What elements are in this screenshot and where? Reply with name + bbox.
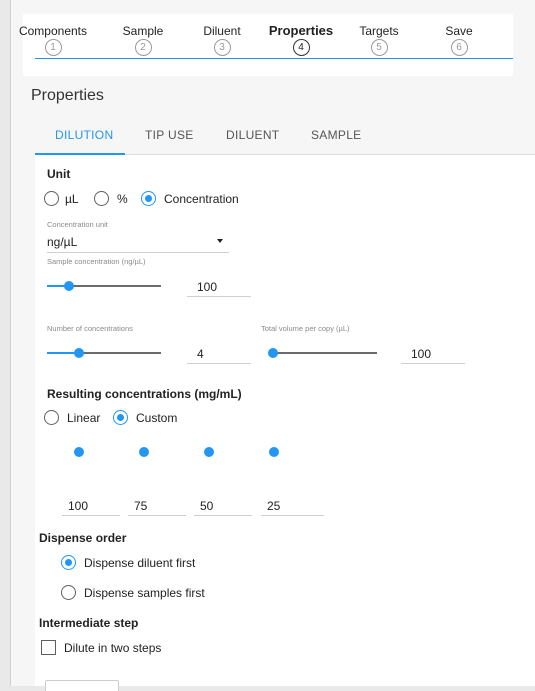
slider-thumb[interactable] xyxy=(74,348,84,358)
step-properties[interactable]: Properties 4 xyxy=(261,24,341,56)
total-volume-label: Total volume per copy (µL) xyxy=(261,324,350,333)
radio-label-concentration: Concentration xyxy=(164,192,239,206)
radio-label-custom: Custom xyxy=(136,411,178,425)
custom-value-input-2[interactable]: 75 xyxy=(134,499,147,513)
step-save[interactable]: Save 6 xyxy=(419,24,499,56)
vertical-slider-thumb[interactable] xyxy=(269,447,279,457)
total-volume-input[interactable]: 100 xyxy=(411,347,431,361)
custom-value-input-1[interactable]: 100 xyxy=(68,499,88,513)
radio-label-dispense-diluent-first: Dispense diluent first xyxy=(84,556,196,570)
properties-panel: Components 1 Sample 2 Diluent 3 Properti… xyxy=(10,0,535,691)
radio-ul[interactable] xyxy=(44,191,59,206)
radio-label-percent: % xyxy=(117,192,128,206)
input-underline xyxy=(187,296,251,297)
intermediate-step-heading: Intermediate step xyxy=(39,616,139,630)
input-underline xyxy=(194,515,252,516)
tab-sample[interactable]: SAMPLE xyxy=(311,128,362,142)
concentration-unit-select[interactable]: ng/µL xyxy=(47,235,77,249)
step-components[interactable]: Components 1 xyxy=(13,24,93,56)
unit-heading: Unit xyxy=(47,167,71,181)
total-volume-slider[interactable] xyxy=(273,352,377,354)
step-sample[interactable]: Sample 2 xyxy=(103,24,183,56)
custom-value-input-4[interactable]: 25 xyxy=(267,499,280,513)
input-underline xyxy=(187,363,251,364)
vertical-slider-thumb[interactable] xyxy=(74,447,84,457)
chevron-down-icon[interactable] xyxy=(217,239,223,243)
radio-percent[interactable] xyxy=(94,191,109,206)
step-label: Diluent xyxy=(203,24,241,38)
sample-concentration-input[interactable]: 100 xyxy=(197,280,217,294)
step-label: Save xyxy=(445,24,473,38)
sample-concentration-label: Sample concentration (ng/µL) xyxy=(47,257,146,266)
wizard-stepper: Components 1 Sample 2 Diluent 3 Properti… xyxy=(19,14,513,76)
input-underline xyxy=(401,363,465,364)
step-diluent[interactable]: Diluent 3 xyxy=(182,24,262,56)
custom-value-input-3[interactable]: 50 xyxy=(200,499,213,513)
vertical-slider-thumb[interactable] xyxy=(139,447,149,457)
input-underline xyxy=(62,515,120,516)
tab-dilution[interactable]: DILUTION xyxy=(55,128,113,142)
dilute-two-steps-checkbox[interactable] xyxy=(41,640,56,655)
radio-concentration[interactable] xyxy=(141,191,156,206)
radio-dispense-samples-first[interactable] xyxy=(61,585,76,600)
stepper-line xyxy=(35,58,513,59)
input-underline xyxy=(128,515,186,516)
step-label: Components xyxy=(18,24,88,38)
section-title: Properties xyxy=(31,87,104,104)
slider-thumb[interactable] xyxy=(64,281,74,291)
number-of-concentrations-input[interactable]: 4 xyxy=(197,347,204,361)
radio-label-ul: µL xyxy=(65,192,79,206)
radio-label-dispense-samples-first: Dispense samples first xyxy=(84,586,205,600)
radio-custom[interactable] xyxy=(113,410,128,425)
dilution-content: Unit µL % Concentration Concentration un… xyxy=(35,155,535,686)
step-number-icon: 5 xyxy=(370,39,388,56)
step-label: Sample xyxy=(122,24,164,38)
tab-tip-use[interactable]: TIP USE xyxy=(145,128,194,142)
step-label: Properties xyxy=(268,23,334,38)
step-number-icon: 6 xyxy=(450,39,468,56)
step-targets[interactable]: Targets 5 xyxy=(339,24,419,56)
tab-bar: DILUTION TIP USE DILUENT SAMPLE xyxy=(35,122,535,155)
dispense-order-heading: Dispense order xyxy=(39,531,127,545)
radio-dispense-diluent-first[interactable] xyxy=(61,555,76,570)
resulting-heading: Resulting concentrations (mg/mL) xyxy=(47,387,242,401)
slider-thumb[interactable] xyxy=(268,348,278,358)
step-number-icon: 2 xyxy=(134,39,152,56)
step-number-icon: 1 xyxy=(44,39,62,56)
tab-diluent[interactable]: DILUENT xyxy=(226,128,279,142)
step-number-icon: 3 xyxy=(213,39,231,56)
step-label: Targets xyxy=(359,24,399,38)
step-number-icon: 4 xyxy=(292,39,310,56)
select-underline xyxy=(47,252,229,253)
number-of-concentrations-label: Number of concentrations xyxy=(47,324,133,333)
concentration-unit-label: Concentration unit xyxy=(47,220,108,229)
radio-label-linear: Linear xyxy=(67,411,101,425)
radio-linear[interactable] xyxy=(44,410,59,425)
checkbox-label-dilute-two-steps: Dilute in two steps xyxy=(64,641,162,655)
vertical-slider-thumb[interactable] xyxy=(204,447,214,457)
input-underline xyxy=(261,515,324,516)
